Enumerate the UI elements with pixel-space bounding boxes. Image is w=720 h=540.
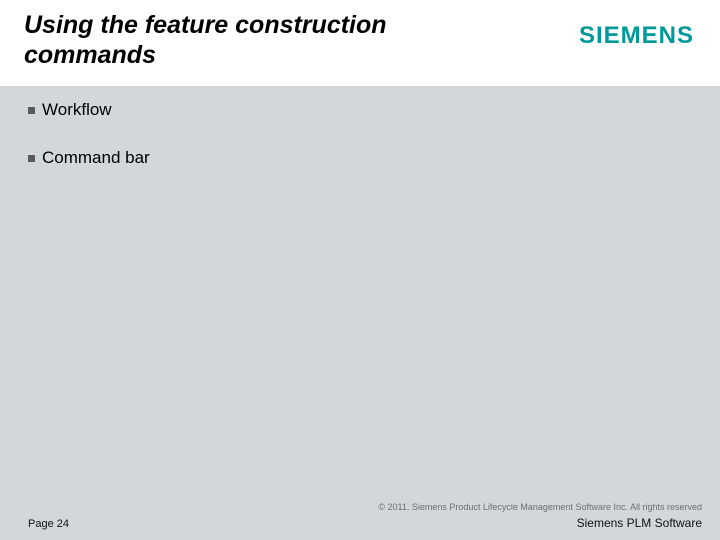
bullet-text: Command bar <box>42 148 150 168</box>
title-bar: Using the feature construction commands … <box>0 0 720 86</box>
footer: © 2011. Siemens Product Lifecycle Manage… <box>0 492 720 540</box>
square-bullet-icon <box>28 107 35 114</box>
siemens-logo: SIEMENS <box>579 22 694 50</box>
page-number: Page 24 <box>28 518 69 530</box>
list-item: Workflow <box>28 100 692 120</box>
content-area: Workflow Command bar <box>28 100 692 196</box>
list-item: Command bar <box>28 148 692 168</box>
copyright-text: © 2011. Siemens Product Lifecycle Manage… <box>378 502 702 512</box>
footer-brand: Siemens PLM Software <box>577 516 702 530</box>
square-bullet-icon <box>28 155 35 162</box>
slide-title: Using the feature construction commands <box>24 10 444 70</box>
slide: Using the feature construction commands … <box>0 0 720 540</box>
bullet-text: Workflow <box>42 100 112 120</box>
